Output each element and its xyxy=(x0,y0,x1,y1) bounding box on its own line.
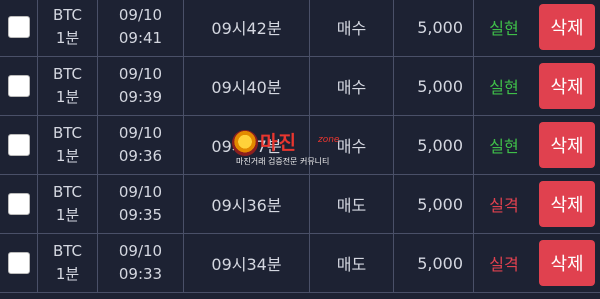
result-text: 실현 xyxy=(489,137,519,156)
interval-text: 1분 xyxy=(55,147,80,165)
side-text: 매수 xyxy=(336,78,367,97)
interval-text: 1분 xyxy=(55,206,80,224)
symbol-cell: BTC 1분 xyxy=(38,0,98,56)
amount-text: 5,000 xyxy=(417,194,463,214)
order-time-cell: 09/10 09:39 xyxy=(98,57,184,115)
symbol-cell: BTC 1분 xyxy=(38,234,98,292)
side-text: 매수 xyxy=(336,137,367,156)
order-date-text: 09/10 xyxy=(118,183,163,201)
delete-cell: 삭제 xyxy=(534,234,600,292)
delete-button[interactable]: 삭제 xyxy=(539,181,595,227)
order-time-text: 09:39 xyxy=(118,88,163,106)
result-text: 실현 xyxy=(489,19,519,38)
result-text: 실격 xyxy=(489,196,519,215)
result-cell: 실현 xyxy=(474,57,534,115)
order-time-cell: 09/10 09:41 xyxy=(98,0,184,56)
symbol-text: BTC xyxy=(52,65,83,83)
symbol-text: BTC xyxy=(52,124,83,142)
row-select-cell xyxy=(0,234,38,292)
symbol-cell: BTC 1분 xyxy=(38,175,98,233)
side-cell: 매도 xyxy=(310,234,394,292)
order-date-text: 09/10 xyxy=(118,65,163,83)
result-text: 실격 xyxy=(489,255,519,274)
amount-cell: 5,000 xyxy=(394,0,474,56)
delete-cell: 삭제 xyxy=(534,116,600,174)
target-time-cell: 09시34분 xyxy=(184,234,310,292)
amount-cell: 5,000 xyxy=(394,175,474,233)
amount-text: 5,000 xyxy=(417,17,463,37)
order-time-cell: 09/10 09:36 xyxy=(98,116,184,174)
result-text: 실현 xyxy=(489,78,519,97)
result-cell: 실현 xyxy=(474,116,534,174)
order-time-text: 09:36 xyxy=(118,147,163,165)
side-cell: 매수 xyxy=(310,57,394,115)
target-time-text: 09시34분 xyxy=(211,255,282,274)
row-checkbox[interactable] xyxy=(7,16,30,38)
delete-cell: 삭제 xyxy=(534,175,600,233)
symbol-cell: BTC 1분 xyxy=(38,57,98,115)
result-cell: 실현 xyxy=(474,0,534,56)
order-time-cell: 09/10 09:35 xyxy=(98,175,184,233)
order-date-text: 09/10 xyxy=(118,242,163,260)
order-time-text: 09:35 xyxy=(118,206,163,224)
table-row: BTC 1분 09/10 09:33 09시34분 매도 5,000 실격 삭제 xyxy=(0,234,600,293)
side-text: 매도 xyxy=(336,255,367,274)
amount-cell: 5,000 xyxy=(394,234,474,292)
row-checkbox[interactable] xyxy=(7,193,30,215)
table-row: BTC 1분 09/10 09:36 09시37분 매수 5,000 실현 삭제 xyxy=(0,116,600,175)
row-select-cell xyxy=(0,0,38,56)
symbol-text: BTC xyxy=(52,6,83,24)
symbol-cell: BTC 1분 xyxy=(38,116,98,174)
target-time-text: 09시36분 xyxy=(211,196,282,215)
amount-cell: 5,000 xyxy=(394,116,474,174)
interval-text: 1분 xyxy=(55,265,80,283)
delete-button[interactable]: 삭제 xyxy=(539,63,595,109)
row-checkbox[interactable] xyxy=(7,134,30,156)
interval-text: 1분 xyxy=(55,88,80,106)
target-time-text: 09시40분 xyxy=(211,78,282,97)
symbol-text: BTC xyxy=(52,242,83,260)
table-row: BTC 1분 09/10 09:41 09시42분 매수 5,000 실현 삭제 xyxy=(0,0,600,57)
order-time-text: 09:41 xyxy=(118,29,163,47)
delete-cell: 삭제 xyxy=(534,0,600,56)
target-time-text: 09시37분 xyxy=(211,137,282,156)
target-time-cell: 09시40분 xyxy=(184,57,310,115)
row-checkbox[interactable] xyxy=(7,75,30,97)
order-time-cell: 09/10 09:33 xyxy=(98,234,184,292)
result-cell: 실격 xyxy=(474,234,534,292)
table-row: BTC 1분 09/10 09:39 09시40분 매수 5,000 실현 삭제 xyxy=(0,57,600,116)
amount-text: 5,000 xyxy=(417,76,463,96)
row-select-cell xyxy=(0,116,38,174)
table-row: BTC 1분 09/10 09:35 09시36분 매도 5,000 실격 삭제 xyxy=(0,175,600,234)
side-cell: 매수 xyxy=(310,116,394,174)
target-time-cell: 09시36분 xyxy=(184,175,310,233)
delete-button[interactable]: 삭제 xyxy=(539,240,595,286)
side-cell: 매도 xyxy=(310,175,394,233)
target-time-cell: 09시42분 xyxy=(184,0,310,56)
order-date-text: 09/10 xyxy=(118,6,163,24)
row-checkbox[interactable] xyxy=(7,252,30,274)
order-date-text: 09/10 xyxy=(118,124,163,142)
amount-cell: 5,000 xyxy=(394,57,474,115)
target-time-cell: 09시37분 xyxy=(184,116,310,174)
delete-button[interactable]: 삭제 xyxy=(539,122,595,168)
row-select-cell xyxy=(0,175,38,233)
side-text: 매도 xyxy=(336,196,367,215)
result-cell: 실격 xyxy=(474,175,534,233)
order-time-text: 09:33 xyxy=(118,265,163,283)
amount-text: 5,000 xyxy=(417,253,463,273)
amount-text: 5,000 xyxy=(417,135,463,155)
target-time-text: 09시42분 xyxy=(211,19,282,38)
side-text: 매수 xyxy=(336,19,367,38)
delete-cell: 삭제 xyxy=(534,57,600,115)
row-select-cell xyxy=(0,57,38,115)
symbol-text: BTC xyxy=(52,183,83,201)
interval-text: 1분 xyxy=(55,29,80,47)
delete-button[interactable]: 삭제 xyxy=(539,4,595,50)
side-cell: 매수 xyxy=(310,0,394,56)
